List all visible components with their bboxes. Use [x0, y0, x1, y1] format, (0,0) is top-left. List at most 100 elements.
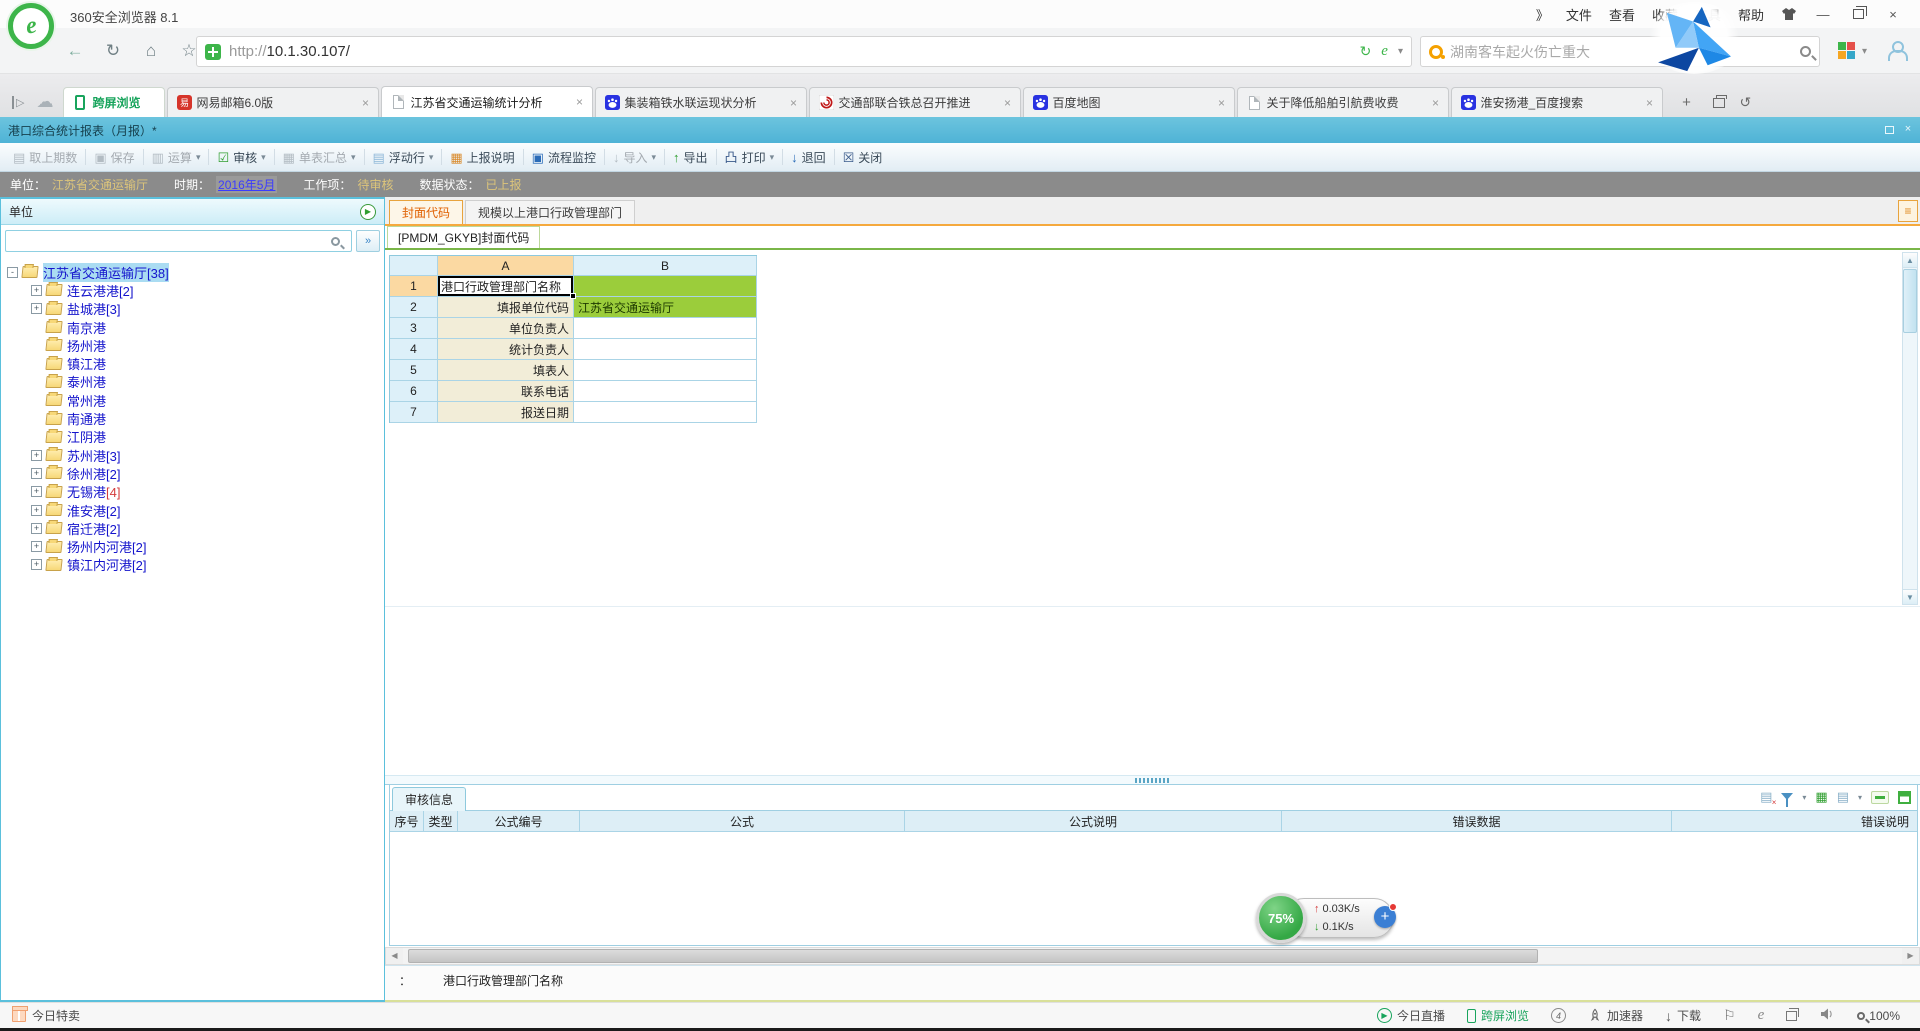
clear-results-icon[interactable]: ▤× — [1760, 789, 1772, 805]
fetch-previous-button[interactable]: ▤取上期数 — [6, 146, 84, 169]
daily-deals-item[interactable]: 今日特卖 — [12, 1007, 80, 1024]
tree-item[interactable]: 常州港 — [7, 391, 384, 409]
restore-button[interactable] — [1849, 7, 1867, 22]
row-header[interactable]: 7 — [390, 402, 438, 423]
tab-pilotage-fee[interactable]: 关于降低船舶引航费收费 × — [1237, 87, 1449, 117]
row-header[interactable]: 1 — [390, 276, 438, 297]
panel-splitter[interactable] — [385, 775, 1920, 785]
tree-item[interactable]: +连云港港[2] — [7, 281, 384, 299]
tree-expand-icon[interactable]: + — [31, 303, 42, 314]
cloud-sync-icon[interactable]: ☁ — [36, 92, 53, 112]
search-engine-icon[interactable] — [1429, 45, 1443, 59]
scrollbar-thumb[interactable] — [1903, 269, 1917, 333]
scroll-up-icon[interactable]: ▲ — [1903, 253, 1917, 268]
tab-close-icon[interactable]: × — [358, 96, 372, 110]
col-error-desc[interactable]: 错误说明 — [1672, 811, 1917, 831]
tree-expand-icon[interactable]: + — [31, 541, 42, 552]
site-shield-icon[interactable] — [205, 44, 221, 60]
tree-item[interactable]: +淮安港[2] — [7, 501, 384, 519]
mode-dropdown-icon[interactable]: ▾ — [1398, 46, 1403, 57]
minimize-button[interactable]: — — [1814, 7, 1832, 22]
unit-search-icon[interactable] — [331, 237, 340, 246]
subtab-pmdm-gkyb[interactable]: [PMDM_GKYB]封面代码 — [387, 226, 540, 248]
column-header-B[interactable]: B — [574, 256, 757, 276]
row-header[interactable]: 4 — [390, 339, 438, 360]
search-input[interactable]: 湖南客车起火伤亡重大 — [1450, 42, 1590, 62]
tree-expand-icon[interactable]: + — [31, 285, 42, 296]
login-user-icon[interactable] — [1886, 40, 1906, 60]
tab-close-icon[interactable]: × — [1642, 96, 1656, 110]
tree-item[interactable]: +苏州港[3] — [7, 446, 384, 464]
cell-B3[interactable] — [574, 318, 757, 339]
tree-item[interactable]: 镇江港 — [7, 354, 384, 372]
tree-expand-icon[interactable]: + — [31, 559, 42, 570]
cell-B6[interactable] — [574, 381, 757, 402]
cell-B4[interactable] — [574, 339, 757, 360]
panel-collapse-button[interactable]: ▶ — [360, 204, 376, 220]
cell-A5[interactable]: 填表人 — [438, 360, 574, 381]
menu-file[interactable]: 文件 — [1566, 5, 1592, 24]
tree-item-root[interactable]: -江苏省交通运输厅[38] — [7, 263, 384, 281]
refresh-button[interactable]: ↻ — [102, 41, 124, 61]
tree-expand-icon[interactable]: + — [31, 468, 42, 479]
fill-handle[interactable] — [570, 293, 576, 299]
export-button[interactable]: ↑导出 — [666, 146, 715, 169]
row-header[interactable]: 2 — [390, 297, 438, 318]
tab-container-rail[interactable]: 集装箱铁水联运现状分析 × — [595, 87, 807, 117]
preview-icon[interactable]: ▤ — [1837, 789, 1849, 805]
tab-ministry-rail[interactable]: 交通部联合铁总召开推进 × — [809, 87, 1021, 117]
speed-widget[interactable]: 75% ↑0.03K/s ↓0.1K/s + — [1256, 893, 1398, 943]
print-button[interactable]: 凸打印▾ — [718, 146, 782, 169]
cell-A7[interactable]: 报送日期 — [438, 402, 574, 423]
process-monitor-button[interactable]: ▣流程监控 — [525, 146, 603, 169]
skin-icon[interactable] — [1781, 7, 1797, 21]
cell-A2[interactable]: 填报单位代码 — [438, 297, 574, 318]
panel-maximize-button[interactable] — [1898, 791, 1911, 804]
tab-port-admin[interactable]: 规模以上港口行政管理部门 — [465, 200, 635, 224]
col-type[interactable]: 类型 — [424, 811, 458, 831]
period-link[interactable]: 2016年5月 — [216, 176, 277, 193]
filter-icon[interactable] — [1781, 793, 1793, 800]
home-button[interactable]: ⌂ — [140, 41, 162, 61]
tree-expand-icon[interactable]: + — [31, 450, 42, 461]
url-box[interactable]: http:// 10.1.30.107/ ↻ e ▾ — [196, 36, 1412, 67]
report-note-button[interactable]: ▦上报说明 — [443, 146, 521, 169]
tree-item[interactable]: 江阴港 — [7, 428, 384, 446]
scrollbar-thumb[interactable] — [408, 949, 1538, 963]
page-zoom-item[interactable]: 100% — [1857, 1009, 1900, 1023]
col-formula-no[interactable]: 公式编号 — [458, 811, 580, 831]
sheet-vertical-scrollbar[interactable]: ▲ ▼ — [1902, 252, 1918, 605]
row-header[interactable]: 3 — [390, 318, 438, 339]
close-report-button[interactable]: ☒关闭 — [836, 146, 890, 169]
audit-button[interactable]: ☑审核▾ — [210, 146, 272, 169]
cross-screen-item[interactable]: 跨屏浏览 — [1467, 1007, 1529, 1024]
import-button[interactable]: ↓导入▾ — [606, 146, 663, 169]
tree-item[interactable]: 南京港 — [7, 318, 384, 336]
tab-close-icon[interactable]: × — [572, 95, 586, 109]
scroll-down-icon[interactable]: ▼ — [1903, 589, 1917, 604]
tab-close-icon[interactable]: × — [1000, 96, 1014, 110]
tab-close-icon[interactable]: × — [1214, 96, 1228, 110]
tree-item[interactable]: +镇江内河港[2] — [7, 556, 384, 574]
row-header[interactable]: 6 — [390, 381, 438, 402]
tree-item[interactable]: +无锡港[4] — [7, 483, 384, 501]
cell-A1-selected[interactable]: 港口行政管理部门名称 — [438, 276, 574, 297]
menu-view[interactable]: 查看 — [1609, 5, 1635, 24]
filter-dropdown-icon[interactable]: ▾ — [1802, 793, 1806, 802]
tab-close-icon[interactable]: × — [786, 96, 800, 110]
search-more-button[interactable]: » — [356, 230, 380, 252]
col-error-data[interactable]: 错误数据 — [1282, 811, 1672, 831]
ie-compat-icon[interactable]: e — [1758, 1007, 1765, 1024]
reopen-tab-icon[interactable]: ↺ — [1739, 94, 1751, 111]
tab-huaian-search[interactable]: 淮安扬港_百度搜索 × — [1451, 87, 1663, 117]
layout-restore-icon[interactable] — [1786, 1011, 1797, 1021]
unit-search-input[interactable] — [5, 230, 352, 252]
apps-dropdown-icon[interactable]: ▾ — [1862, 46, 1867, 57]
scroll-right-icon[interactable]: ▶ — [1902, 948, 1919, 964]
tree-item[interactable]: +盐城港[3] — [7, 300, 384, 318]
cell-A4[interactable]: 统计负责人 — [438, 339, 574, 360]
tab-jiangsu-transport-active[interactable]: 江苏省交通运输统计分析 × — [381, 86, 593, 117]
sidebar-collapse-icon[interactable]: ▷ — [12, 96, 24, 109]
grid-corner[interactable] — [390, 256, 438, 276]
tree-expand-icon[interactable]: + — [31, 523, 42, 534]
